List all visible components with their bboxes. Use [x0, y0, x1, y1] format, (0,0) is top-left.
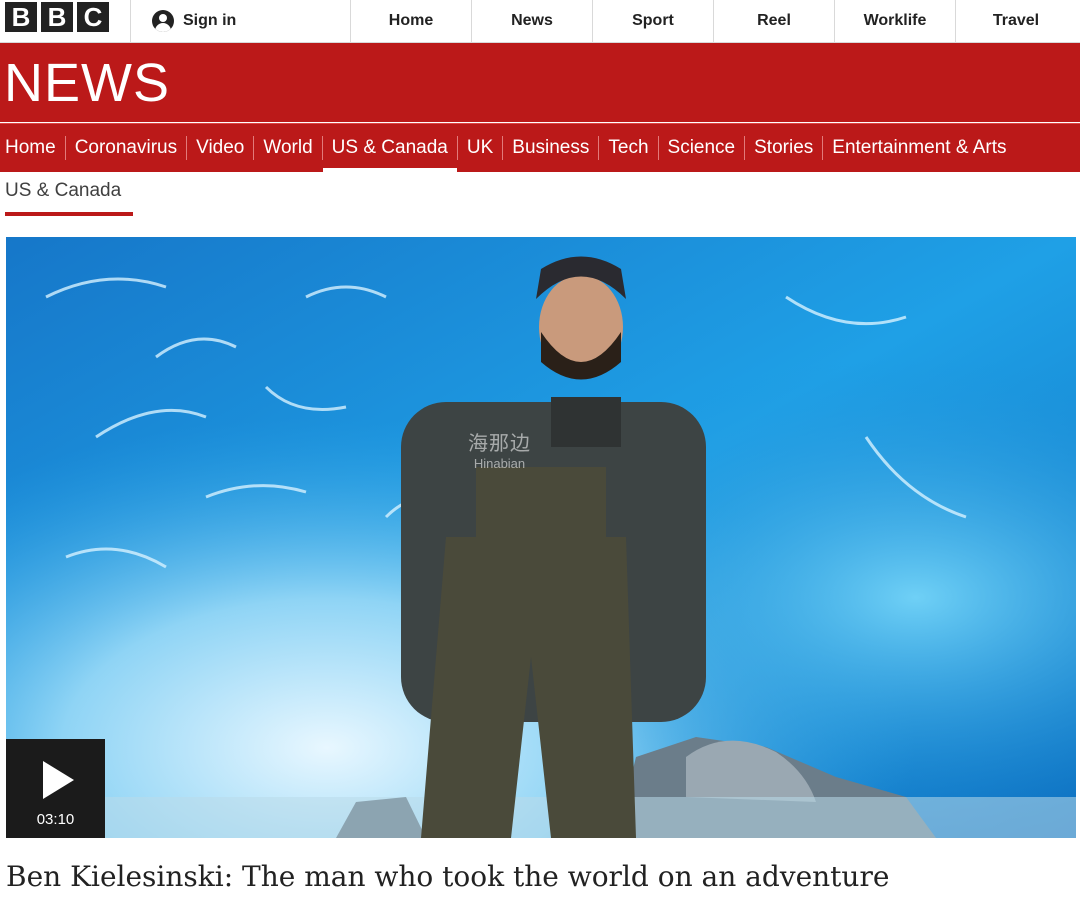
global-header: B B C Sign in Home News Sport Reel Workl… [0, 0, 1080, 43]
watermark: 海那边 Hinabian [468, 427, 531, 471]
global-nav-worklife[interactable]: Worklife [834, 0, 955, 42]
header-divider [130, 0, 131, 42]
sign-in-link[interactable]: Sign in [152, 6, 236, 36]
bbc-logo-letter: C [77, 2, 109, 32]
section-nav-entertainment-arts[interactable]: Entertainment & Arts [823, 124, 1015, 172]
section-nav-science[interactable]: Science [659, 124, 745, 172]
watermark-en: Hinabian [473, 456, 526, 471]
global-nav-news[interactable]: News [471, 0, 592, 42]
section-nav-tech[interactable]: Tech [599, 124, 657, 172]
sub-nav-us-canada[interactable]: US & Canada [5, 180, 121, 201]
user-icon [152, 10, 174, 32]
hero-image [6, 237, 1076, 838]
section-nav-home[interactable]: Home [0, 124, 65, 172]
video-duration: 03:10 [36, 811, 75, 828]
hero-video[interactable]: 海那边 Hinabian 03:10 [6, 237, 1076, 838]
watermark-cn: 海那边 [468, 433, 531, 455]
section-nav-world[interactable]: World [254, 124, 321, 172]
section-nav-video[interactable]: Video [187, 124, 253, 172]
bbc-logo-letter: B [41, 2, 73, 32]
sub-nav-active-indicator [5, 212, 133, 216]
global-nav-sport[interactable]: Sport [592, 0, 713, 42]
global-nav-home[interactable]: Home [350, 0, 471, 42]
article-headline[interactable]: Ben Kielesinski: The man who took the wo… [6, 860, 889, 893]
section-nav-us-canada[interactable]: US & Canada [322, 124, 458, 172]
section-nav-coronavirus[interactable]: Coronavirus [66, 124, 186, 172]
section-nav-uk[interactable]: UK [458, 124, 502, 172]
section-nav: Home Coronavirus Video World US & Canada… [0, 123, 1080, 172]
global-nav: Home News Sport Reel Worklife Travel [350, 0, 1076, 42]
global-nav-reel[interactable]: Reel [713, 0, 834, 42]
news-logo[interactable]: NEWS [4, 49, 170, 117]
news-banner: NEWS [0, 43, 1080, 122]
section-nav-business[interactable]: Business [503, 124, 598, 172]
section-nav-stories[interactable]: Stories [745, 124, 822, 172]
bbc-logo-letter: B [5, 2, 37, 32]
play-icon [43, 761, 74, 799]
bbc-logo[interactable]: B B C [5, 2, 109, 32]
play-button[interactable]: 03:10 [6, 739, 105, 838]
sign-in-label: Sign in [183, 12, 237, 29]
global-nav-travel[interactable]: Travel [955, 0, 1076, 42]
sub-nav: US & Canada [5, 180, 133, 218]
